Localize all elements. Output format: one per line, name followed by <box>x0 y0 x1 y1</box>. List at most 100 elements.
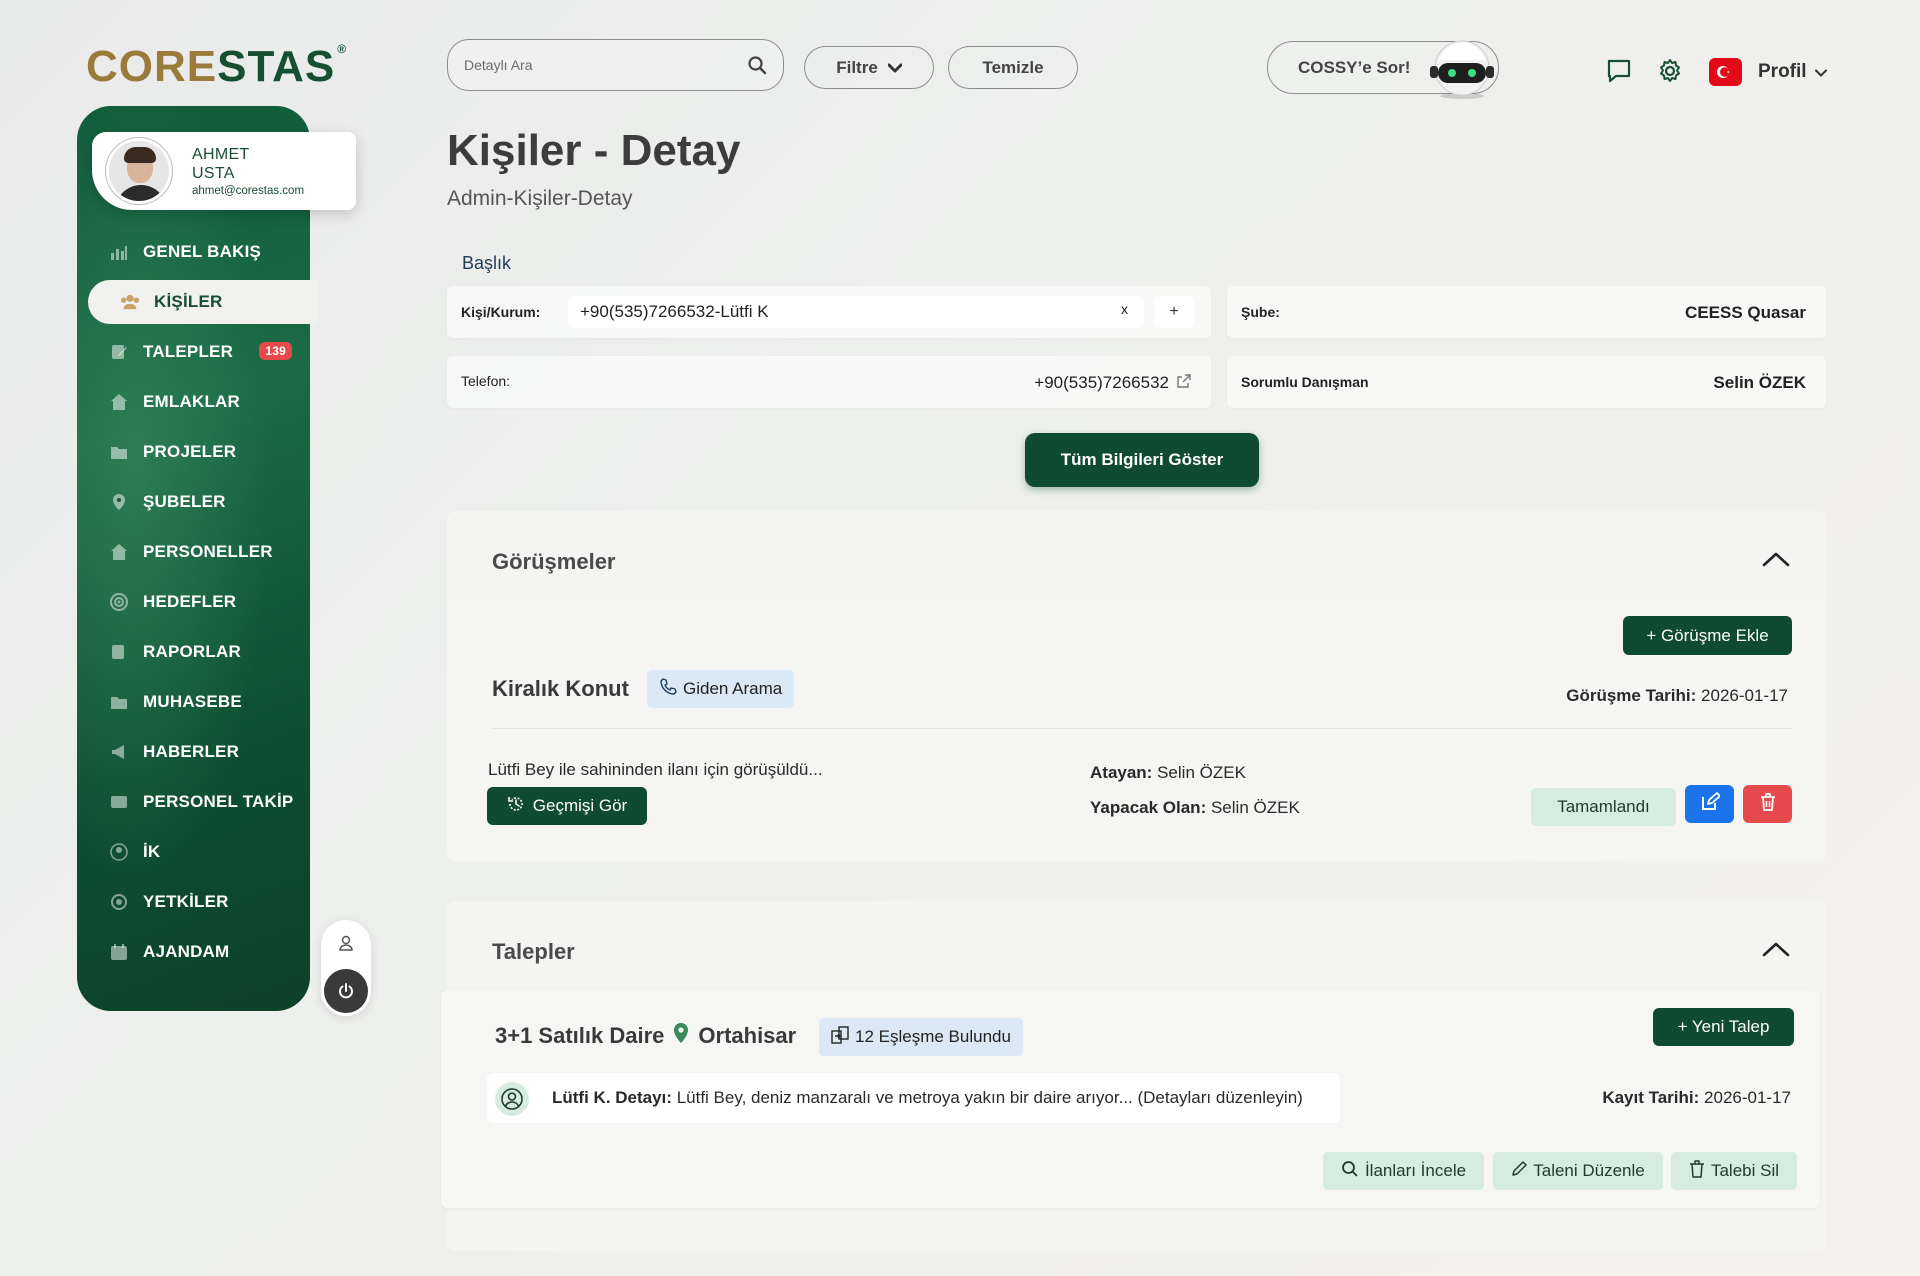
chevron-up-icon[interactable] <box>1762 941 1790 957</box>
call-type-tag: Giden Arama <box>647 670 795 708</box>
edit-icon <box>109 342 129 362</box>
history-button[interactable]: Geçmişi Gör <box>487 787 647 825</box>
brand-logo[interactable]: CORESTAS ® <box>86 42 347 92</box>
sidebar-item-personeller[interactable]: PERSONELLER <box>77 530 310 574</box>
talep-detail-box: Lütfi K. Detayı: Lütfi Bey, deniz manzar… <box>487 1073 1340 1123</box>
folder-icon <box>109 442 129 462</box>
delete-talep-button[interactable]: Talebi Sil <box>1671 1152 1797 1190</box>
trash-icon <box>1689 1159 1705 1183</box>
avatar <box>106 138 172 204</box>
sidebar-item-yetkiler[interactable]: YETKİLER <box>77 880 310 924</box>
search-icon[interactable] <box>747 55 769 77</box>
trash-icon <box>1759 792 1777 817</box>
kisi-kurum-field: Kişi/Kurum: +90(535)7266532-Lütfi K x + <box>447 286 1211 338</box>
power-icon[interactable] <box>324 969 368 1013</box>
user-profile-card[interactable]: AHMET USTA ahmet@corestas.com <box>92 132 356 210</box>
settings-icon[interactable] <box>1656 57 1686 87</box>
filter-button[interactable]: Filtre <box>804 46 934 89</box>
history-icon <box>507 795 525 818</box>
search-icon <box>1341 1160 1359 1183</box>
status-badge[interactable]: Tamamlandı <box>1531 788 1676 826</box>
atayan-info: Atayan: Selin ÖZEK <box>1090 763 1246 782</box>
telefon-field: Telefon: +90(535)7266532 <box>447 356 1211 408</box>
sidebar-item-raporlar[interactable]: RAPORLAR <box>77 630 310 674</box>
match-icon <box>831 1025 849 1049</box>
sidebar-item-genel-bakis[interactable]: GENEL BAKIŞ <box>77 230 310 274</box>
sidebar-item-ajandam[interactable]: AJANDAM <box>77 930 310 974</box>
pencil-icon <box>1511 1160 1527 1182</box>
yapacak-info: Yapacak Olan: Selin ÖZEK <box>1090 798 1300 817</box>
talepler-count-badge: 139 <box>259 342 292 360</box>
gorusme-note: Lütfi Bey ile sahininden ilanı için görü… <box>488 760 823 779</box>
clear-selection-icon[interactable]: x <box>1121 301 1128 317</box>
external-link-icon[interactable] <box>1177 373 1191 393</box>
users-icon <box>120 292 140 312</box>
add-kisi-button[interactable]: + <box>1154 296 1194 328</box>
gorusmeler-panel: Görüşmeler + Görüşme Ekle Kiralık Konut … <box>447 511 1826 861</box>
location-pin-icon <box>672 1022 690 1050</box>
phone-icon <box>659 677 677 701</box>
matches-tag[interactable]: 12 Eşleşme Bulundu <box>819 1018 1023 1056</box>
folder-icon <box>109 692 129 712</box>
delete-gorusme-button[interactable] <box>1743 785 1792 823</box>
user-icon[interactable] <box>337 934 355 952</box>
sidebar-item-ik[interactable]: İK <box>77 830 310 874</box>
new-talep-button[interactable]: + Yeni Talep <box>1653 1008 1794 1046</box>
sidebar: GENEL BAKIŞ KİŞİLER TALEPLER 139 EMLAKLA… <box>77 106 318 1011</box>
megaphone-icon <box>109 742 129 762</box>
edit-icon <box>1700 791 1721 817</box>
page-title: Kişiler - Detay <box>447 126 741 175</box>
talep-date: Kayıt Tarihi: 2026-01-17 <box>1602 1088 1791 1107</box>
clear-button[interactable]: Temizle <box>948 46 1078 89</box>
edit-talep-button[interactable]: Taleni Düzenle <box>1493 1152 1663 1190</box>
sidebar-item-haberler[interactable]: HABERLER <box>77 730 310 774</box>
gorusme-date: Görüşme Tarihi: 2026-01-17 <box>1566 686 1788 705</box>
chevron-down-icon <box>1814 61 1827 83</box>
sidebar-item-emlaklar[interactable]: EMLAKLAR <box>77 380 310 424</box>
sidebar-item-projeler[interactable]: PROJELER <box>77 430 310 474</box>
sidebar-item-kisiler[interactable]: KİŞİLER <box>88 280 318 324</box>
sidebar-item-muhasebe[interactable]: MUHASEBE <box>77 680 310 724</box>
house-icon <box>109 392 129 412</box>
sube-field: Şube: CEESS Quasar <box>1227 286 1826 338</box>
add-gorusme-button[interactable]: + Görüşme Ekle <box>1623 616 1792 655</box>
talep-card: + Yeni Talep 3+1 Satılık Daire Ortahisar… <box>441 990 1820 1208</box>
review-listings-button[interactable]: İlanları İncele <box>1323 1152 1484 1190</box>
gear-icon <box>109 892 129 912</box>
chart-icon <box>109 242 129 262</box>
kisi-kurum-input[interactable]: +90(535)7266532-Lütfi K x <box>568 296 1144 328</box>
chevron-up-icon[interactable] <box>1762 551 1790 567</box>
sidebar-item-hedefler[interactable]: HEDEFLER <box>77 580 310 624</box>
profile-menu[interactable]: Profil <box>1758 61 1827 83</box>
robot-icon[interactable] <box>1424 38 1498 100</box>
chevron-down-icon <box>887 58 903 78</box>
edit-icon <box>109 642 129 662</box>
sorumlu-danisman-field: Sorumlu Danışman Selin ÖZEK <box>1227 356 1826 408</box>
section-label: Başlık <box>462 253 512 273</box>
gorusmeler-title: Görüşmeler <box>492 549 616 574</box>
language-flag-icon[interactable] <box>1709 58 1742 86</box>
edit-gorusme-button[interactable] <box>1685 785 1734 823</box>
calendar-icon <box>109 942 129 962</box>
talep-heading: 3+1 Satılık Daire Ortahisar <box>495 1022 797 1050</box>
chat-icon[interactable] <box>1605 57 1635 87</box>
divider <box>492 728 1792 729</box>
search-box <box>447 39 784 91</box>
person-icon <box>109 842 129 862</box>
target-icon <box>109 592 129 612</box>
pin-icon <box>109 492 129 512</box>
user-name: AHMET USTA <box>192 146 250 182</box>
sidebar-account-toggle <box>321 920 371 1016</box>
sidebar-item-talepler[interactable]: TALEPLER 139 <box>77 330 310 374</box>
sidebar-item-subeler[interactable]: ŞUBELER <box>77 480 310 524</box>
card-icon <box>109 792 129 812</box>
talepler-title: Talepler <box>492 939 575 964</box>
user-email: ahmet@corestas.com <box>192 185 305 197</box>
sidebar-item-personel-takip[interactable]: PERSONEL TAKİP <box>77 780 310 824</box>
gorusme-title: Kiralık Konut <box>492 676 629 701</box>
house-icon <box>109 542 129 562</box>
search-input[interactable] <box>464 54 734 76</box>
breadcrumb: Admin-Kişiler-Detay <box>447 187 633 210</box>
user-circle-icon <box>495 1082 529 1116</box>
show-all-info-button[interactable]: Tüm Bilgileri Göster <box>1025 433 1259 487</box>
